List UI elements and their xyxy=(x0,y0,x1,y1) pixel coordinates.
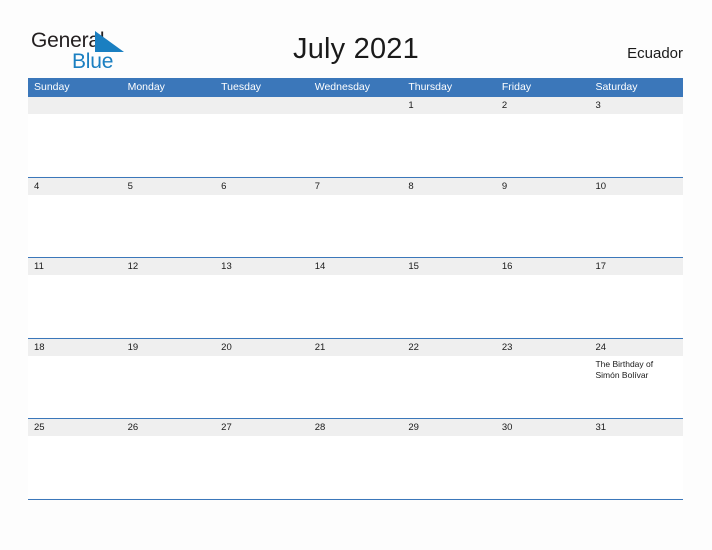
weekday-saturday: Saturday xyxy=(595,81,638,93)
day-number[interactable]: 31 xyxy=(589,419,683,436)
day-event[interactable] xyxy=(309,114,403,176)
week-day-numbers: 11 12 13 14 15 16 17 xyxy=(28,258,683,275)
day-event[interactable] xyxy=(309,436,403,498)
day-event[interactable] xyxy=(215,275,309,337)
day-number[interactable]: 9 xyxy=(496,178,590,195)
day-number[interactable] xyxy=(122,97,216,114)
day-event[interactable] xyxy=(215,114,309,176)
day-event[interactable] xyxy=(589,195,683,257)
day-event[interactable] xyxy=(589,275,683,337)
calendar-bottom-border xyxy=(28,498,683,500)
week-row: 1 2 3 xyxy=(28,96,683,177)
weekday-monday: Monday xyxy=(127,81,165,93)
day-number[interactable]: 4 xyxy=(28,178,122,195)
day-event[interactable] xyxy=(309,195,403,257)
day-event[interactable] xyxy=(402,356,496,418)
day-event[interactable] xyxy=(122,356,216,418)
day-event[interactable] xyxy=(215,356,309,418)
day-number[interactable]: 27 xyxy=(215,419,309,436)
week-day-numbers: 18 19 20 21 22 23 24 xyxy=(28,338,683,356)
day-number[interactable]: 21 xyxy=(309,339,403,356)
day-number[interactable]: 30 xyxy=(496,419,590,436)
day-event[interactable] xyxy=(28,195,122,257)
day-event[interactable] xyxy=(122,114,216,176)
day-event[interactable] xyxy=(589,436,683,498)
week-day-numbers: 1 2 3 xyxy=(28,97,683,114)
day-event[interactable] xyxy=(215,436,309,498)
day-number[interactable]: 19 xyxy=(122,339,216,356)
day-event[interactable] xyxy=(28,114,122,176)
day-event[interactable] xyxy=(402,195,496,257)
day-number[interactable]: 10 xyxy=(589,178,683,195)
holiday-event-birthday-simon-bolivar[interactable]: The Birthday of Simón Bolívar xyxy=(589,356,683,418)
week-day-events xyxy=(28,194,683,257)
day-event[interactable] xyxy=(309,356,403,418)
day-number[interactable]: 1 xyxy=(402,97,496,114)
day-number[interactable]: 24 xyxy=(589,339,683,356)
week-row: 18 19 20 21 22 23 24 The Birthday of Sim… xyxy=(28,337,683,419)
week-row: 4 5 6 7 8 9 10 xyxy=(28,176,683,258)
day-number[interactable] xyxy=(309,97,403,114)
day-number[interactable]: 20 xyxy=(215,339,309,356)
day-number[interactable]: 11 xyxy=(28,258,122,275)
weekday-thursday: Thursday xyxy=(408,81,453,93)
page-title: July 2021 xyxy=(293,33,419,65)
day-number[interactable]: 7 xyxy=(309,178,403,195)
day-number[interactable]: 5 xyxy=(122,178,216,195)
week-day-numbers: 4 5 6 7 8 9 10 xyxy=(28,177,683,195)
day-event[interactable] xyxy=(496,356,590,418)
week-day-events xyxy=(28,436,683,498)
day-event[interactable] xyxy=(496,114,590,176)
day-event[interactable] xyxy=(28,275,122,337)
day-event[interactable] xyxy=(496,275,590,337)
day-event[interactable] xyxy=(496,436,590,498)
weekday-tuesday: Tuesday xyxy=(221,81,262,93)
page-header: General Blue July 2021 Ecuador xyxy=(0,0,712,78)
day-number[interactable]: 25 xyxy=(28,419,122,436)
week-row: 25 26 27 28 29 30 31 xyxy=(28,418,683,499)
day-number[interactable]: 2 xyxy=(496,97,590,114)
day-number[interactable]: 23 xyxy=(496,339,590,356)
day-number[interactable]: 16 xyxy=(496,258,590,275)
day-number[interactable]: 3 xyxy=(589,97,683,114)
day-number[interactable]: 8 xyxy=(402,178,496,195)
day-number[interactable]: 13 xyxy=(215,258,309,275)
day-event[interactable] xyxy=(309,275,403,337)
day-number[interactable] xyxy=(215,97,309,114)
day-number[interactable]: 28 xyxy=(309,419,403,436)
day-number[interactable] xyxy=(28,97,122,114)
week-day-events: The Birthday of Simón Bolívar xyxy=(28,355,683,418)
day-event[interactable] xyxy=(402,114,496,176)
weekday-sunday: Sunday xyxy=(34,81,70,93)
day-event[interactable] xyxy=(215,195,309,257)
week-day-events xyxy=(28,275,683,337)
day-event[interactable] xyxy=(122,436,216,498)
day-event[interactable] xyxy=(122,195,216,257)
day-number[interactable]: 18 xyxy=(28,339,122,356)
day-number[interactable]: 22 xyxy=(402,339,496,356)
day-event[interactable] xyxy=(28,356,122,418)
day-number[interactable]: 12 xyxy=(122,258,216,275)
week-day-events xyxy=(28,114,683,176)
day-event[interactable] xyxy=(589,114,683,176)
weekday-header-row: Sunday Monday Tuesday Wednesday Thursday… xyxy=(28,78,683,96)
day-number[interactable]: 29 xyxy=(402,419,496,436)
day-event[interactable] xyxy=(28,436,122,498)
week-day-numbers: 25 26 27 28 29 30 31 xyxy=(28,419,683,436)
day-number[interactable]: 6 xyxy=(215,178,309,195)
day-number[interactable]: 14 xyxy=(309,258,403,275)
day-event[interactable] xyxy=(122,275,216,337)
day-number[interactable]: 15 xyxy=(402,258,496,275)
day-number[interactable]: 26 xyxy=(122,419,216,436)
day-number[interactable]: 17 xyxy=(589,258,683,275)
day-event[interactable] xyxy=(496,195,590,257)
day-event[interactable] xyxy=(402,275,496,337)
day-event[interactable] xyxy=(402,436,496,498)
weekday-wednesday: Wednesday xyxy=(314,81,370,93)
region-label: Ecuador xyxy=(627,45,683,62)
weekday-friday: Friday xyxy=(501,81,532,93)
calendar-grid: Sunday Monday Tuesday Wednesday Thursday… xyxy=(28,78,683,500)
week-row: 11 12 13 14 15 16 17 xyxy=(28,257,683,338)
